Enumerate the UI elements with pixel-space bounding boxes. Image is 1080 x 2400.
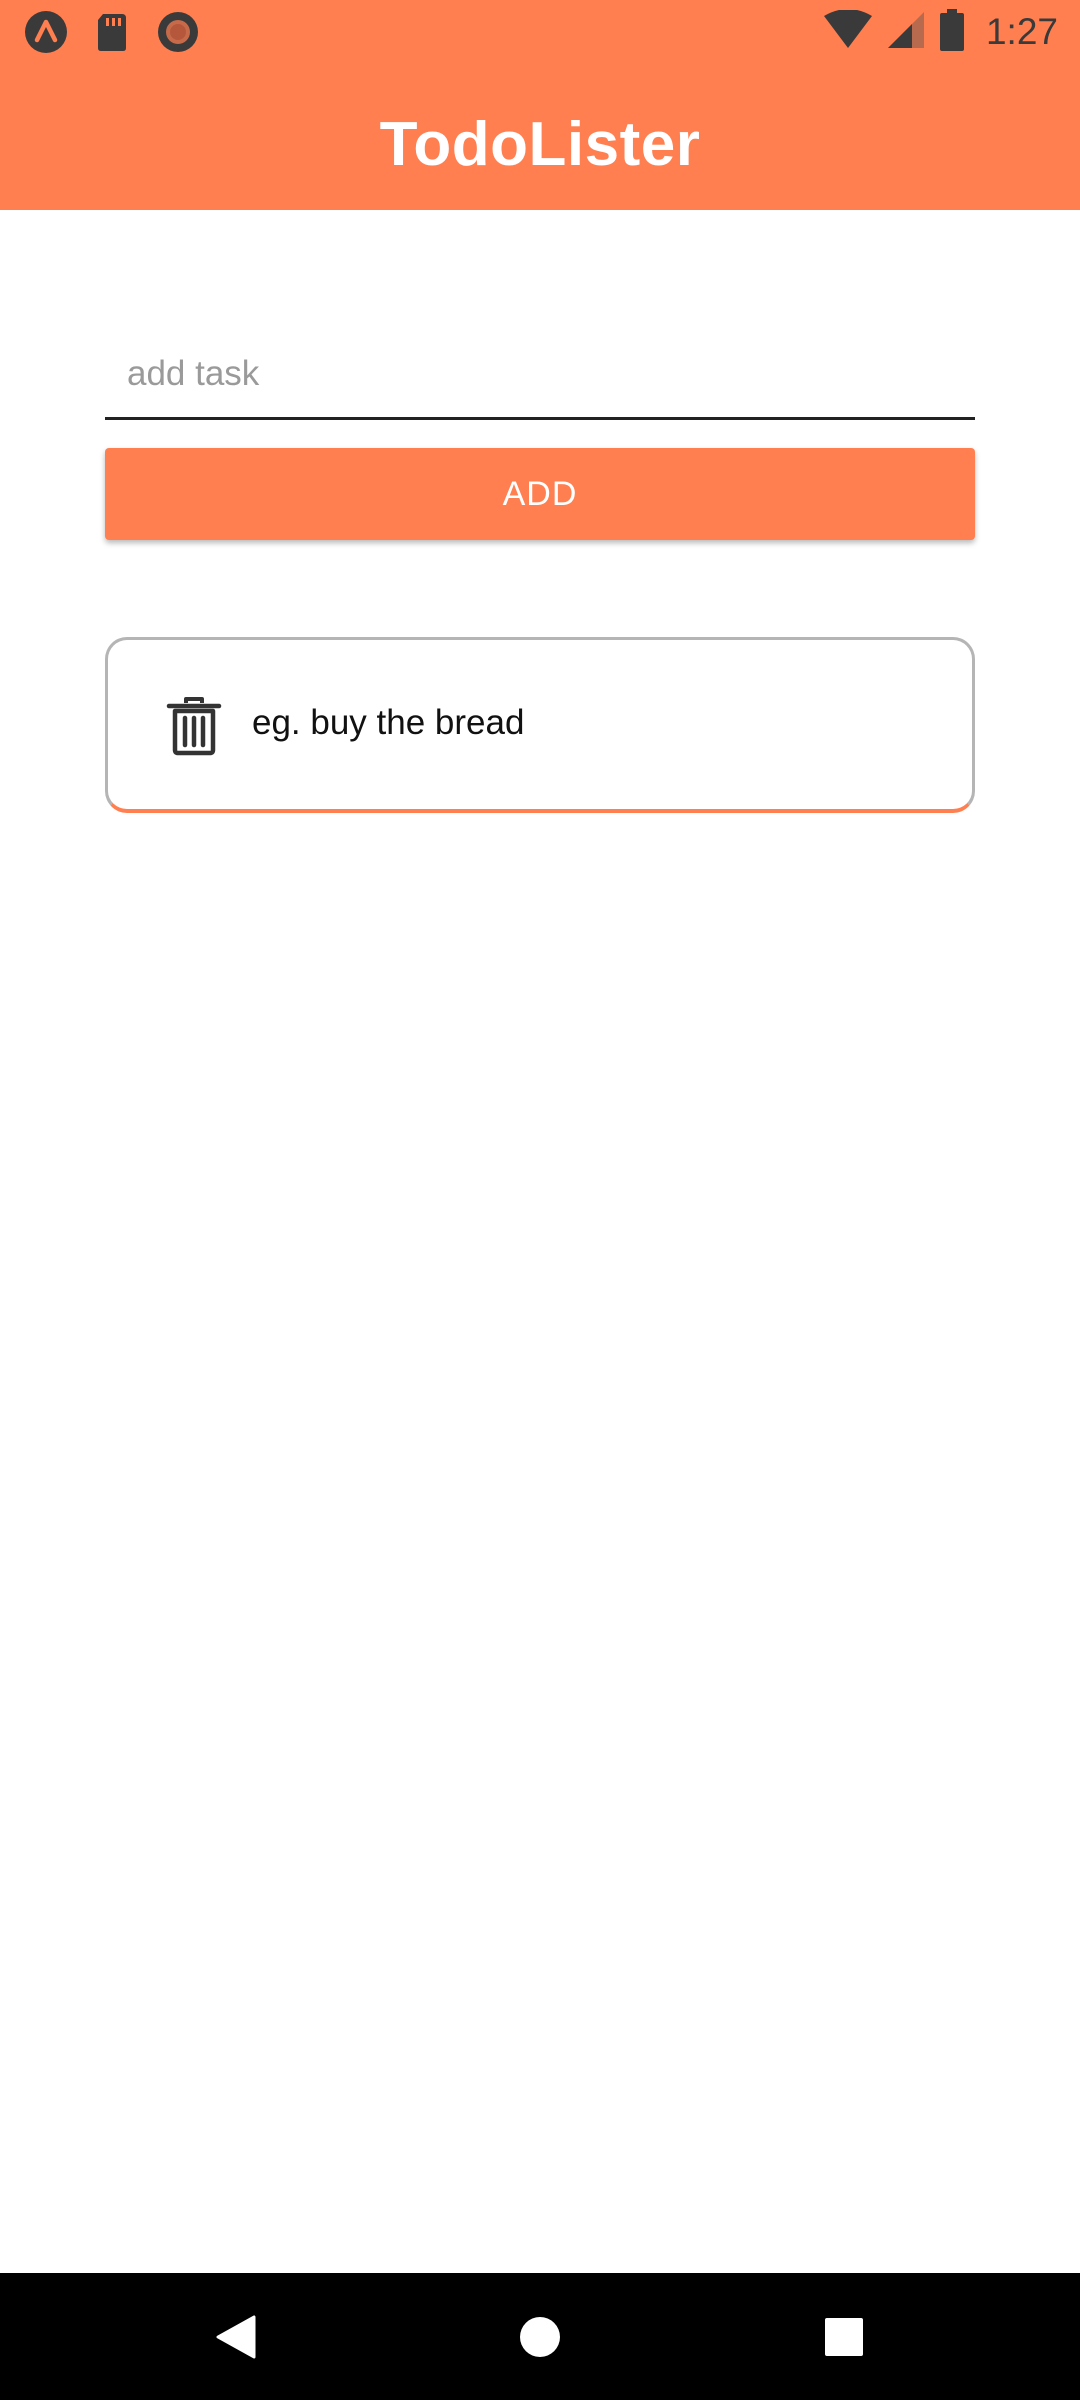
battery-icon (938, 8, 966, 57)
cell-signal-icon (886, 10, 926, 55)
status-clock: 1:27 (985, 11, 1058, 52)
recent-apps-icon[interactable] (808, 2301, 880, 2373)
status-system: 1:27 (822, 8, 1058, 56)
back-icon[interactable] (200, 2301, 272, 2373)
app-header: 1:27 TodoLister (0, 0, 1080, 210)
add-task-input[interactable] (105, 330, 975, 420)
sd-card-icon (90, 10, 134, 54)
home-icon[interactable] (504, 2301, 576, 2373)
app-screen: 1:27 TodoLister ADD eg. buy the bread (0, 0, 1080, 2400)
navigation-bar (0, 2273, 1080, 2400)
status-notifications (24, 10, 200, 54)
app-notification-icon (24, 10, 68, 54)
app-title: TodoLister (379, 110, 701, 179)
add-task-button[interactable]: ADD (105, 448, 975, 540)
task-card: eg. buy the bread (105, 637, 975, 813)
record-icon (156, 10, 200, 54)
status-bar: 1:27 (0, 0, 1080, 63)
trash-icon[interactable] (164, 696, 224, 756)
wifi-icon (822, 8, 874, 55)
task-text: eg. buy the bread (252, 703, 525, 742)
